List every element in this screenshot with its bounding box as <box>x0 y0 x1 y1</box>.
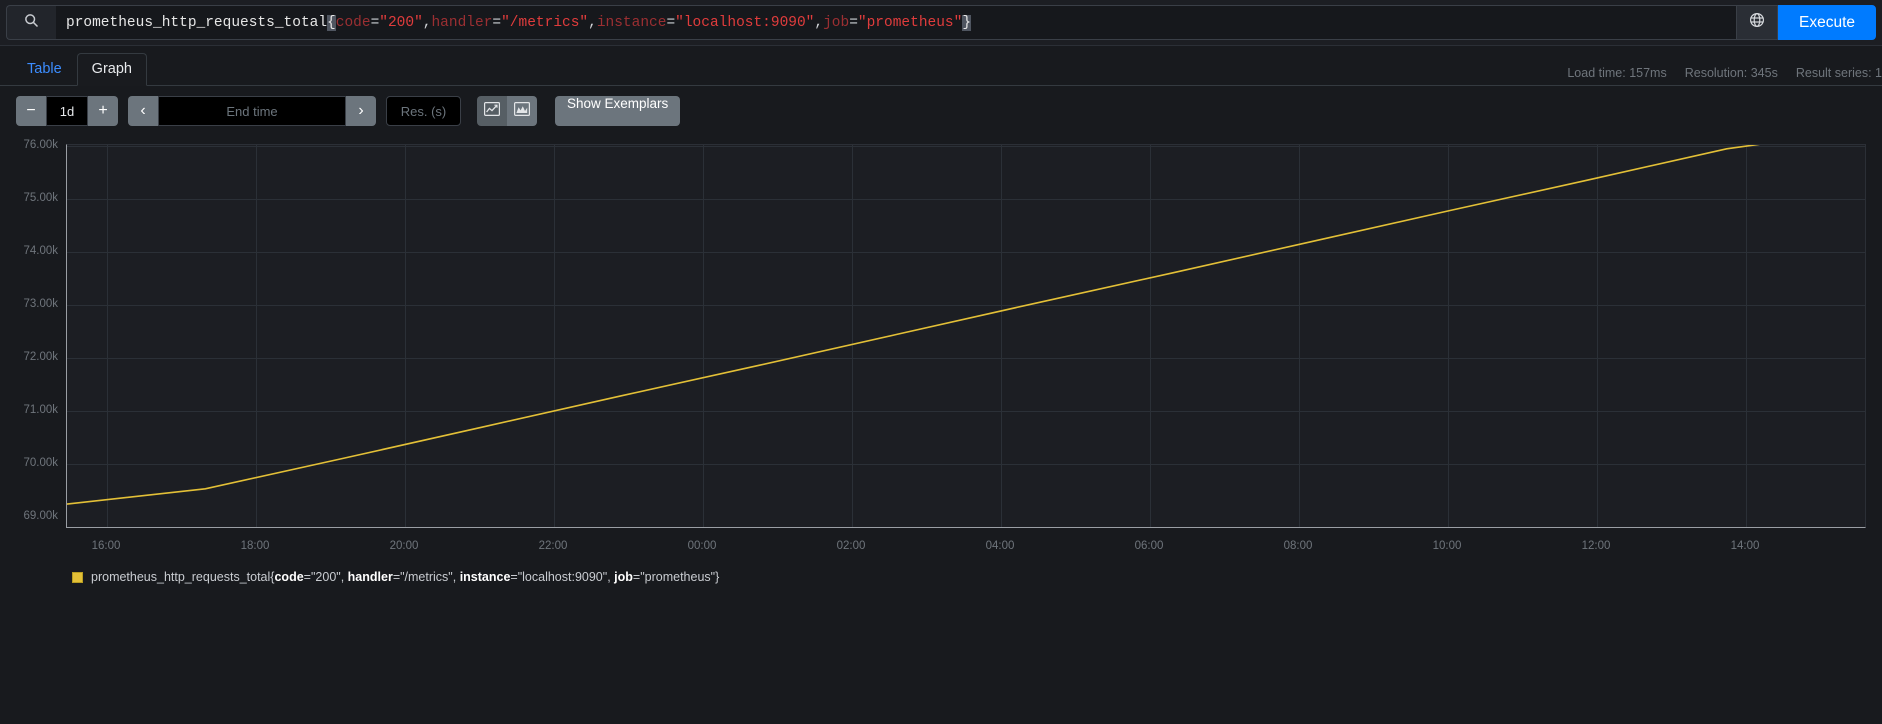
x-tick-label: 06:00 <box>1134 540 1164 552</box>
y-tick-label: 75.00k <box>23 192 58 204</box>
query-label-key-2: instance <box>596 14 667 31</box>
legend-label-key-0: code <box>274 570 304 584</box>
tab-graph[interactable]: Graph <box>76 53 147 86</box>
query-label-op-2: = <box>666 14 676 31</box>
query-label-value-0: "200" <box>379 14 423 31</box>
y-axis: 76.00k 75.00k 74.00k 73.00k 72.00k 71.00… <box>16 136 62 556</box>
next-time-button[interactable]: › <box>346 96 376 126</box>
x-tick-label: 14:00 <box>1730 540 1760 552</box>
legend-item[interactable]: prometheus_http_requests_total{code="200… <box>91 570 719 584</box>
query-label-op-0: = <box>370 14 380 31</box>
legend-label-value-1: ="/metrics", <box>392 570 460 584</box>
legend-label-key-3: job <box>614 570 633 584</box>
increase-range-button[interactable]: + <box>88 96 118 126</box>
y-tick-label: 72.00k <box>23 351 58 363</box>
x-tick-label: 18:00 <box>240 540 270 552</box>
resolution-input[interactable]: Res. (s) <box>386 96 461 126</box>
time-control-group: ‹ End time › <box>128 96 376 126</box>
query-input[interactable]: prometheus_http_requests_total{code = "200… <box>56 5 1736 40</box>
query-sep-0: , <box>422 14 432 31</box>
previous-time-button[interactable]: ‹ <box>128 96 158 126</box>
graph-controls-toolbar: − 1d + ‹ End time › Res. (s) Show Exempl… <box>0 86 1882 136</box>
plot-region[interactable] <box>66 144 1866 528</box>
y-tick-label: 69.00k <box>23 510 58 522</box>
x-tick-label: 16:00 <box>91 540 121 552</box>
y-tick-label: 74.00k <box>23 245 58 257</box>
range-input[interactable]: 1d <box>46 96 88 126</box>
y-tick-label: 71.00k <box>23 404 58 416</box>
query-sep-2: , <box>814 14 824 31</box>
x-tick-label: 02:00 <box>836 540 866 552</box>
y-tick-label: 76.00k <box>23 139 58 151</box>
metrics-explorer-button[interactable] <box>1735 5 1778 40</box>
query-label-key-3: job <box>823 14 850 31</box>
resolution-stat: Resolution: 345s <box>1684 66 1778 80</box>
legend-label-value-0: ="200", <box>303 570 348 584</box>
x-tick-label: 12:00 <box>1581 540 1611 552</box>
query-label-op-1: = <box>492 14 502 31</box>
result-series-count: Result series: 1 <box>1795 66 1882 80</box>
stacked-chart-button[interactable] <box>507 96 537 126</box>
query-sep-1: , <box>588 14 597 31</box>
end-time-input[interactable]: End time <box>158 96 346 126</box>
chart-type-group <box>477 96 537 126</box>
legend-label-key-2: instance <box>459 570 511 584</box>
x-tick-label: 08:00 <box>1283 540 1313 552</box>
x-tick-label: 00:00 <box>687 540 717 552</box>
show-exemplars-button[interactable]: Show Exemplars <box>555 96 681 126</box>
search-icon <box>24 13 39 33</box>
legend-close-brace: } <box>715 570 720 584</box>
query-stats: Load time: 157ms Resolution: 345s Result… <box>1567 66 1882 80</box>
query-label-value-2: "localhost:9090" <box>675 14 815 31</box>
line-chart-icon <box>484 101 501 121</box>
query-label-value-1: "/metrics" <box>501 14 589 31</box>
tab-table[interactable]: Table <box>12 53 77 86</box>
result-tabs: Table Graph Load time: 157ms Resolution:… <box>0 46 1882 86</box>
query-label-key-0: code <box>335 14 371 31</box>
graph-legend: prometheus_http_requests_total{code="200… <box>0 556 1882 584</box>
query-label-value-3: "prometheus" <box>857 14 963 31</box>
series-line <box>67 145 1865 527</box>
legend-color-swatch[interactable] <box>72 571 83 583</box>
x-tick-label: 22:00 <box>538 540 568 552</box>
x-tick-label: 04:00 <box>985 540 1015 552</box>
query-metric-name: prometheus_http_requests_total <box>66 14 328 31</box>
line-chart-button[interactable] <box>477 96 507 126</box>
x-tick-label: 10:00 <box>1432 540 1462 552</box>
legend-metric: prometheus_http_requests_total <box>91 570 271 584</box>
y-tick-label: 70.00k <box>23 457 58 469</box>
decrease-range-button[interactable]: − <box>16 96 46 126</box>
stacked-chart-icon <box>514 101 531 121</box>
graph-area: 76.00k 75.00k 74.00k 73.00k 72.00k 71.00… <box>0 136 1882 556</box>
globe-icon <box>1749 12 1765 33</box>
legend-label-value-3: ="prometheus" <box>632 570 716 584</box>
prometheus-expression-browser: prometheus_http_requests_total{code = "200… <box>0 0 1882 724</box>
query-label-key-1: handler <box>431 14 493 31</box>
x-tick-label: 20:00 <box>389 540 419 552</box>
legend-label-key-1: handler <box>347 570 393 584</box>
execute-button[interactable]: Execute <box>1777 5 1876 40</box>
query-label-op-3: = <box>849 14 858 31</box>
legend-label-value-2: ="localhost:9090", <box>510 570 615 584</box>
query-open-brace: { <box>327 14 336 31</box>
graph-canvas[interactable]: 76.00k 75.00k 74.00k 73.00k 72.00k 71.00… <box>16 136 1866 556</box>
y-tick-label: 73.00k <box>23 298 58 310</box>
query-close-brace: } <box>962 14 972 31</box>
search-button[interactable] <box>6 5 56 40</box>
query-row: prometheus_http_requests_total{code = "200… <box>0 0 1882 46</box>
range-control-group: − 1d + <box>16 96 118 126</box>
load-time: Load time: 157ms <box>1567 66 1667 80</box>
